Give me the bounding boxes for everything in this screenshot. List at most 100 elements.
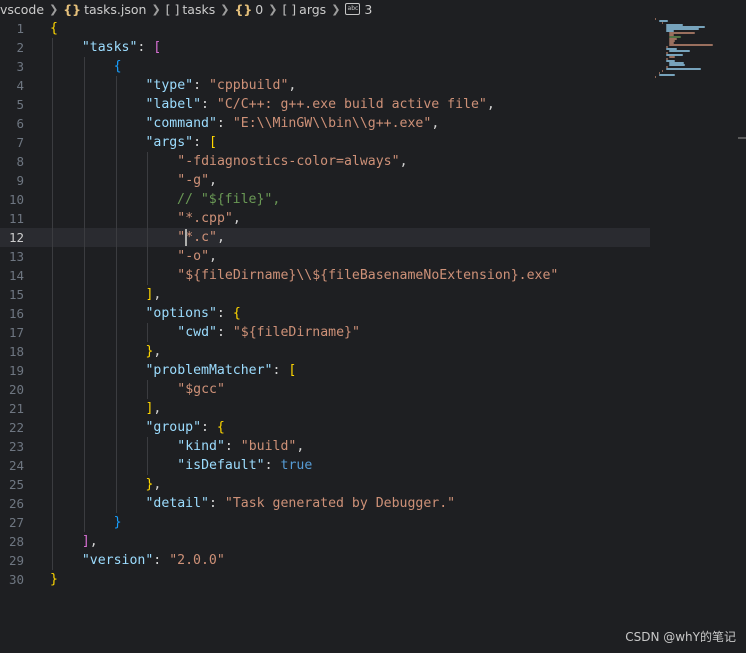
code-text: "label": "C/C++: g++.exe build active fi… <box>145 97 495 112</box>
code-text: "$gcc" <box>177 382 225 397</box>
indent-guide <box>83 57 85 532</box>
line-number: 24 <box>8 458 24 473</box>
code-line[interactable]: 14 "${fileDirname}\\${fileBasenameNoExte… <box>0 266 650 285</box>
line-number: 11 <box>8 211 24 226</box>
code-text: ], <box>81 534 98 549</box>
line-number: 20 <box>8 382 24 397</box>
breadcrumb-item[interactable]: vscode <box>0 2 44 17</box>
line-number: 30 <box>8 572 24 587</box>
minimap-line <box>669 56 675 58</box>
breadcrumb-item[interactable]: {} 0 <box>234 2 263 17</box>
code-text: }, <box>145 477 162 492</box>
code-line[interactable]: 16 "options": { <box>0 304 650 323</box>
line-number: 25 <box>8 477 24 492</box>
chevron-right-icon: ❯ <box>49 2 59 16</box>
code-text: "options": { <box>145 306 241 321</box>
code-line[interactable]: 12 "*.c", <box>0 228 650 247</box>
code-line[interactable]: 29 "version": "2.0.0" <box>0 551 650 570</box>
array-icon: [ ] <box>282 1 297 17</box>
minimap-line <box>665 68 701 70</box>
code-line[interactable]: 13 "-o", <box>0 247 650 266</box>
code-text: "version": "2.0.0" <box>81 553 225 568</box>
code-line[interactable]: 15 ], <box>0 285 650 304</box>
code-text: "-fdiagnostics-color=always", <box>177 154 408 169</box>
breadcrumb-item[interactable]: {} tasks.json <box>63 2 146 17</box>
code-line[interactable]: 19 "problemMatcher": [ <box>0 361 650 380</box>
line-number: 10 <box>8 192 24 207</box>
code-text: ], <box>145 401 162 416</box>
code-text: "*.cpp", <box>177 211 241 226</box>
code-line[interactable]: 27 } <box>0 513 650 532</box>
code-line[interactable]: 5 "label": "C/C++: g++.exe build active … <box>0 95 650 114</box>
line-number: 9 <box>16 173 24 188</box>
code-text: "group": { <box>145 420 225 435</box>
line-number: 5 <box>16 97 24 112</box>
indent-guide <box>147 152 149 285</box>
line-number: 3 <box>16 59 24 74</box>
code-line[interactable]: 7 "args": [ <box>0 133 650 152</box>
minimap[interactable] <box>655 18 735 78</box>
breadcrumb-item[interactable]: [ ] tasks <box>166 2 216 17</box>
code-line[interactable]: 6 "command": "E:\\MinGW\\bin\\g++.exe", <box>0 114 650 133</box>
code-text: "*.c", <box>177 230 225 245</box>
chevron-right-icon: ❯ <box>331 2 341 16</box>
breadcrumb-label: tasks.json <box>84 1 147 17</box>
line-number: 4 <box>16 78 24 93</box>
code-line[interactable]: 21 ], <box>0 399 650 418</box>
code-line[interactable]: 28 ], <box>0 532 650 551</box>
code-editor[interactable]: 1{2 "tasks": [3 {4 "type": "cppbuild", 5 … <box>0 18 746 653</box>
indent-guide <box>147 437 149 475</box>
minimap-line <box>662 70 664 72</box>
code-line[interactable]: 24 "isDefault": true <box>0 456 650 475</box>
code-line[interactable]: 26 "detail": "Task generated by Debugger… <box>0 494 650 513</box>
line-number: 26 <box>8 496 24 511</box>
code-text: "isDefault": true <box>177 458 313 473</box>
minimap-line <box>669 50 691 52</box>
code-text: "cwd": "${fileDirname}" <box>177 325 360 340</box>
line-number: 14 <box>8 268 24 283</box>
code-line[interactable]: 22 "group": { <box>0 418 650 437</box>
indent-guide <box>115 76 117 513</box>
indent-guide <box>52 38 53 570</box>
code-line[interactable]: 2 "tasks": [ <box>0 38 650 57</box>
code-line[interactable]: 4 "type": "cppbuild", <box>0 76 650 95</box>
chevron-right-icon: ❯ <box>268 2 278 16</box>
line-number: 17 <box>8 325 24 340</box>
breadcrumb-label: tasks <box>182 1 216 17</box>
line-number: 29 <box>8 553 24 568</box>
code-line[interactable]: 11 "*.cpp", <box>0 209 650 228</box>
code-line[interactable]: 23 "kind": "build", <box>0 437 650 456</box>
code-line[interactable]: 9 "-g", <box>0 171 650 190</box>
line-number: 13 <box>8 249 24 264</box>
scrollbar-marker[interactable] <box>738 137 746 139</box>
breadcrumb-item[interactable]: abc 3 <box>345 2 372 17</box>
line-number: 1 <box>16 21 24 36</box>
line-number: 15 <box>8 287 24 302</box>
code-line[interactable]: 17 "cwd": "${fileDirname}" <box>0 323 650 342</box>
code-line[interactable]: 8 "-fdiagnostics-color=always", <box>0 152 650 171</box>
code-text: "args": [ <box>145 135 217 150</box>
breadcrumb-label: vscode <box>0 1 45 17</box>
minimap-line <box>669 64 685 66</box>
minimap-line <box>669 44 713 46</box>
code-line[interactable]: 25 }, <box>0 475 650 494</box>
code-line[interactable]: 18 }, <box>0 342 650 361</box>
code-text: } <box>50 572 58 587</box>
minimap-line <box>658 20 668 22</box>
breadcrumb-item[interactable]: [ ] args <box>282 2 326 17</box>
minimap-line <box>658 74 675 76</box>
code-text: "type": "cppbuild", <box>145 78 297 93</box>
line-number: 6 <box>16 116 24 131</box>
indent-guide <box>147 323 149 342</box>
code-line[interactable]: 3 { <box>0 57 650 76</box>
line-number: 23 <box>8 439 24 454</box>
code-line[interactable]: 10 // "${file}", <box>0 190 650 209</box>
line-number: 12 <box>8 230 24 245</box>
code-text: "tasks": [ <box>81 40 162 55</box>
line-number: 16 <box>8 306 24 321</box>
code-text: "detail": "Task generated by Debugger." <box>145 496 456 511</box>
code-line[interactable]: 20 "$gcc" <box>0 380 650 399</box>
watermark: CSDN @whY的笔记 <box>625 630 736 644</box>
code-line[interactable]: 30} <box>0 570 650 589</box>
code-line[interactable]: 1{ <box>0 19 650 38</box>
